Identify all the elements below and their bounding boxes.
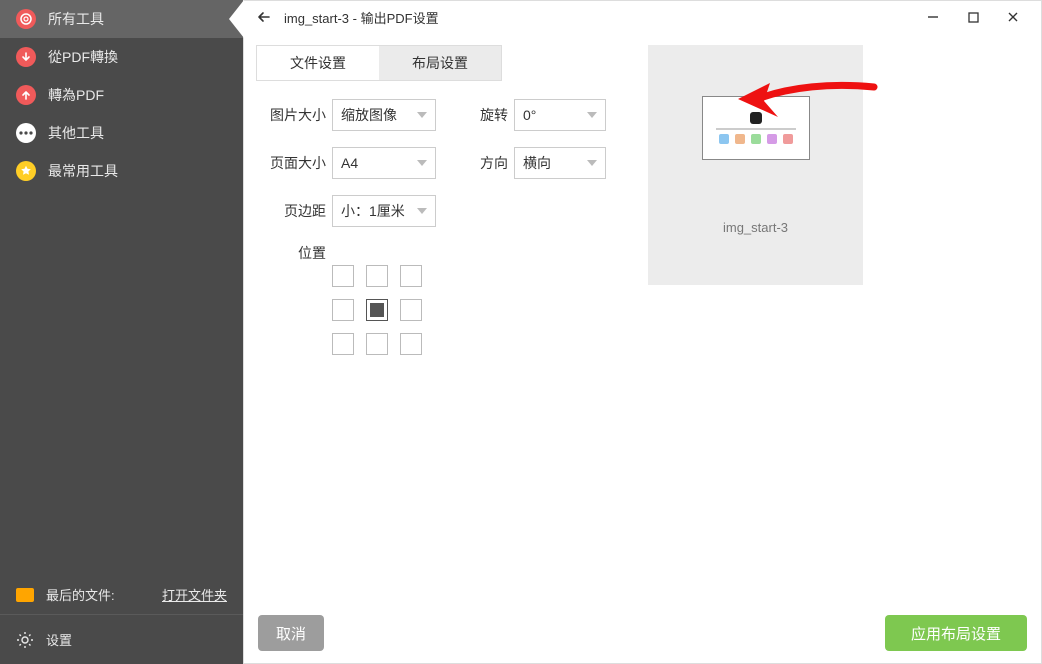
- position-cell-bl[interactable]: [332, 333, 354, 355]
- settings-column: 文件设置 布局设置 图片大小 缩放图像 旋转 0°: [256, 45, 636, 603]
- chevron-down-icon: [417, 160, 427, 166]
- margin-value: 小：1厘米: [341, 201, 405, 221]
- sidebar-item-label: 從PDF轉換: [48, 47, 118, 67]
- back-button[interactable]: [252, 5, 276, 29]
- chevron-down-icon: [417, 112, 427, 118]
- tab-layout-settings[interactable]: 布局设置: [379, 46, 501, 80]
- rotate-select[interactable]: 0°: [514, 99, 606, 131]
- position-cell-mc[interactable]: [366, 299, 388, 321]
- rotate-value: 0°: [523, 107, 536, 123]
- dots-icon: [16, 123, 36, 143]
- arrow-down-circle-icon: [16, 47, 36, 67]
- sidebar: 所有工具 從PDF轉換 轉為PDF 其他工具 最常用工具 最后的文件: 打开文件…: [0, 0, 243, 664]
- preview-column: img_start-3: [648, 45, 863, 603]
- image-size-select[interactable]: 缩放图像: [332, 99, 436, 131]
- orientation-select[interactable]: 横向: [514, 147, 606, 179]
- sidebar-item-label: 其他工具: [48, 123, 104, 143]
- apply-button[interactable]: 应用布局设置: [885, 615, 1027, 651]
- image-size-label: 图片大小: [256, 105, 326, 125]
- arrow-up-circle-icon: [16, 85, 36, 105]
- cancel-button[interactable]: 取消: [258, 615, 324, 651]
- margin-label: 页边距: [256, 201, 326, 221]
- page-size-label: 页面大小: [256, 153, 326, 173]
- sidebar-item-other-tools[interactable]: 其他工具: [0, 114, 243, 152]
- spiral-icon: [16, 9, 36, 29]
- titlebar: img_start-3 - 输出PDF设置: [244, 1, 1041, 33]
- position-cell-bc[interactable]: [366, 333, 388, 355]
- chevron-down-icon: [587, 160, 597, 166]
- chevron-down-icon: [587, 112, 597, 118]
- page-size-value: A4: [341, 155, 358, 171]
- tab-file-settings[interactable]: 文件设置: [257, 46, 379, 80]
- rotate-label: 旋转: [468, 105, 508, 125]
- position-cell-tl[interactable]: [332, 265, 354, 287]
- position-cell-tr[interactable]: [400, 265, 422, 287]
- gear-icon: [16, 631, 34, 649]
- position-cell-br[interactable]: [400, 333, 422, 355]
- sidebar-item-label: 所有工具: [48, 9, 104, 29]
- window-minimize-button[interactable]: [913, 3, 953, 31]
- orientation-label: 方向: [468, 153, 508, 173]
- position-cell-ml[interactable]: [332, 299, 354, 321]
- position-cell-mr[interactable]: [400, 299, 422, 321]
- preview-thumbnail: [702, 96, 810, 160]
- orientation-value: 横向: [523, 153, 551, 173]
- sidebar-item-from-pdf[interactable]: 從PDF轉換: [0, 38, 243, 76]
- window-maximize-button[interactable]: [953, 3, 993, 31]
- preview-caption: img_start-3: [723, 220, 788, 235]
- main-panel: img_start-3 - 输出PDF设置 文件设置 布局设置 图片大小 缩: [243, 0, 1042, 664]
- image-size-value: 缩放图像: [341, 105, 397, 125]
- sidebar-item-label: 最常用工具: [48, 161, 118, 181]
- preview-box: img_start-3: [648, 45, 863, 285]
- sidebar-item-to-pdf[interactable]: 轉為PDF: [0, 76, 243, 114]
- page-size-select[interactable]: A4: [332, 147, 436, 179]
- position-grid: [332, 265, 636, 355]
- sidebar-settings-row[interactable]: 设置: [0, 614, 243, 664]
- sidebar-item-frequent[interactable]: 最常用工具: [0, 152, 243, 190]
- sidebar-item-label: 轉為PDF: [48, 85, 104, 105]
- sidebar-item-all-tools[interactable]: 所有工具: [0, 0, 243, 38]
- position-cell-tc[interactable]: [366, 265, 388, 287]
- open-folder-link[interactable]: 打开文件夹: [162, 585, 227, 604]
- layout-form: 图片大小 缩放图像 旋转 0°: [256, 99, 636, 355]
- window-title: img_start-3 - 输出PDF设置: [284, 8, 913, 27]
- chevron-down-icon: [417, 208, 427, 214]
- position-label: 位置: [256, 243, 326, 263]
- tabs: 文件设置 布局设置: [256, 45, 502, 81]
- sidebar-lastfile-row: 最后的文件: 打开文件夹: [0, 575, 243, 614]
- content-area: 文件设置 布局设置 图片大小 缩放图像 旋转 0°: [244, 33, 1041, 603]
- folder-icon: [16, 588, 34, 602]
- star-icon: [16, 161, 36, 181]
- footer: 取消 应用布局设置: [244, 603, 1041, 663]
- margin-select[interactable]: 小：1厘米: [332, 195, 436, 227]
- window-close-button[interactable]: [993, 3, 1033, 31]
- sidebar-lastfile-label: 最后的文件:: [46, 585, 115, 604]
- sidebar-settings-label: 设置: [46, 630, 72, 649]
